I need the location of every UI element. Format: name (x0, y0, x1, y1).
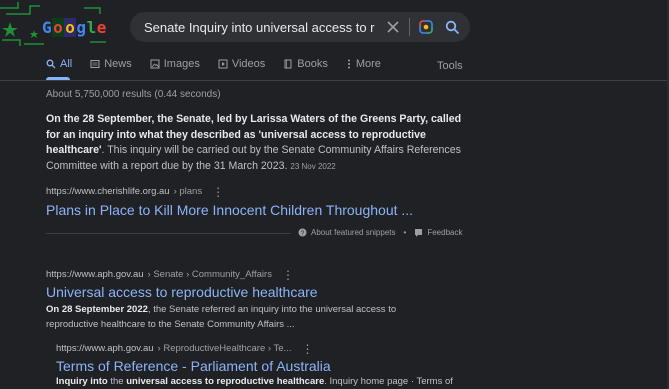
desc-text: the (107, 376, 127, 387)
search-icon (46, 59, 56, 69)
help-icon: ? (298, 228, 307, 237)
tab-images[interactable]: Images (150, 58, 200, 70)
feedback-icon (414, 228, 423, 237)
result-cite: https://www.aph.gov.au › Senate › Commun… (46, 269, 294, 281)
logo-letter: G (42, 18, 53, 37)
search-icon[interactable] (442, 17, 462, 37)
cite-domain: https://www.cherishlife.org.au (46, 186, 170, 197)
tab-news[interactable]: News (90, 58, 132, 70)
featured-result-title[interactable]: Plans in Place to Kill More Innocent Chi… (46, 202, 413, 218)
tab-more[interactable]: More (346, 58, 381, 70)
video-icon (218, 59, 228, 69)
feedback-link[interactable]: Feedback (427, 228, 462, 237)
search-box[interactable] (130, 12, 470, 42)
result-description: On 28 September 2022, the Senate referre… (46, 302, 446, 332)
result-stats: About 5,750,000 results (0.44 seconds) (46, 89, 221, 100)
book-icon (284, 59, 292, 69)
desc-bold: Inquiry into (56, 376, 108, 387)
google-doodle-logo[interactable]: Go ogle (0, 0, 110, 50)
image-icon (150, 59, 160, 69)
more-options-icon[interactable]: ⋮ (212, 186, 224, 198)
featured-cite: https://www.cherishlife.org.au › plans ⋮ (46, 186, 224, 198)
snippet-text: . This inquiry will be carried out by th… (46, 144, 461, 172)
tab-books[interactable]: Books (283, 58, 328, 70)
search-divider (409, 18, 410, 36)
cite-path: › plans (173, 186, 203, 197)
desc-bold: universal access to reproductive healthc… (126, 376, 325, 387)
cite-domain: https://www.aph.gov.au (46, 269, 144, 280)
header-divider (0, 80, 669, 81)
featured-snippet-meta: ? About featured snippets • Feedback (298, 228, 462, 237)
tab-label: All (60, 58, 73, 70)
more-options-icon[interactable]: ⋮ (282, 269, 294, 281)
tab-all[interactable]: All (46, 58, 72, 70)
cite-path: › ReproductiveHealthcare › Te... (157, 343, 292, 354)
desc-bold: On 28 September 2022 (46, 304, 148, 315)
snippet-divider (46, 233, 291, 234)
news-icon (90, 60, 100, 68)
more-options-icon[interactable]: ⋮ (301, 343, 313, 355)
tab-label: More (355, 58, 381, 70)
tab-label: Books (297, 58, 328, 70)
snippet-date: 23 Nov 2022 (290, 161, 336, 171)
tab-label: News (104, 58, 132, 70)
result-title[interactable]: Universal access to reproductive healthc… (46, 284, 318, 300)
cite-path: › Senate › Community_Affairs (147, 269, 272, 280)
result-title[interactable]: Terms of Reference - Parliament of Austr… (56, 358, 331, 374)
tab-videos[interactable]: Videos (218, 58, 265, 70)
search-tabs: All News Images Videos Books More (46, 58, 381, 70)
tools-button[interactable]: Tools (437, 60, 463, 72)
clear-icon[interactable] (383, 17, 403, 37)
tab-label: Videos (231, 58, 266, 70)
featured-snippet-text: On the 28 September, the Senate, led by … (46, 112, 466, 174)
desc-text: . Inquiry home page · Terms of (324, 376, 453, 387)
search-input[interactable] (142, 18, 377, 36)
cite-domain: https://www.aph.gov.au (56, 343, 154, 354)
meta-separator: • (403, 228, 407, 237)
tab-label: Images (163, 58, 200, 70)
about-featured-snippets-link[interactable]: About featured snippets (311, 228, 396, 237)
result-description: Inquiry into the universal access to rep… (56, 374, 456, 389)
more-vert-icon (347, 59, 350, 69)
result-cite: https://www.aph.gov.au › ReproductiveHea… (56, 343, 313, 355)
google-lens-icon[interactable] (416, 17, 436, 37)
